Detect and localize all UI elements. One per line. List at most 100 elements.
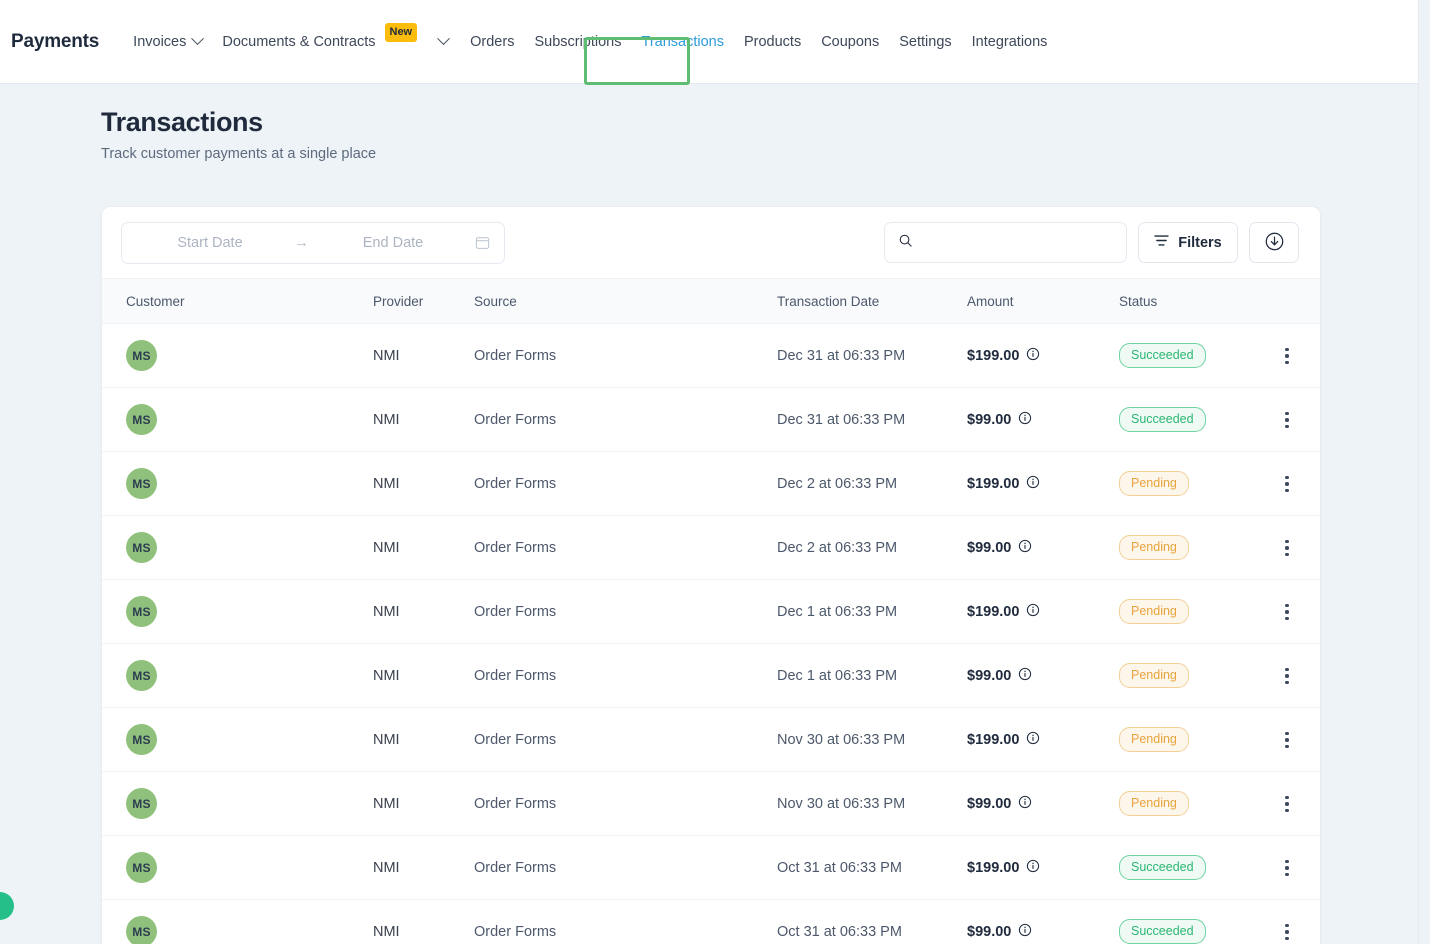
- info-icon[interactable]: [1018, 795, 1032, 813]
- cell-transaction-date: Dec 1 at 06:33 PM: [777, 643, 967, 709]
- filters-button-label: Filters: [1178, 234, 1222, 251]
- cell-source: Order Forms: [474, 579, 777, 645]
- search-box[interactable]: [884, 222, 1127, 264]
- cell-actions: [1254, 579, 1320, 645]
- chevron-down-icon: [437, 32, 450, 46]
- nav-item-subscriptions[interactable]: Subscriptions: [524, 28, 631, 56]
- export-download-button[interactable]: [1249, 222, 1299, 264]
- amount-value: $99.00: [967, 923, 1012, 940]
- nav-item-documents-and-contracts[interactable]: Documents & Contracts New: [212, 23, 427, 57]
- cell-amount: $199.00: [967, 323, 1119, 389]
- nav-item-products[interactable]: Products: [734, 28, 811, 56]
- amount-value: $99.00: [967, 539, 1012, 556]
- table-body: MS NMI Order Forms Dec 31 at 06:33 PM $1…: [102, 323, 1320, 944]
- cell-customer: MS: [102, 387, 373, 453]
- table-row[interactable]: MS NMI Order Forms Dec 31 at 06:33 PM $1…: [102, 323, 1320, 389]
- table-row[interactable]: MS NMI Order Forms Nov 30 at 06:33 PM $9…: [102, 771, 1320, 837]
- kebab-menu-icon[interactable]: [1254, 347, 1320, 365]
- kebab-menu-icon[interactable]: [1254, 475, 1320, 493]
- table-row[interactable]: MS NMI Order Forms Dec 2 at 06:33 PM $19…: [102, 451, 1320, 517]
- download-circle-icon: [1264, 231, 1285, 255]
- cell-amount: $199.00: [967, 451, 1119, 517]
- nav-item-invoices[interactable]: Invoices: [123, 28, 212, 56]
- cell-transaction-date: Dec 31 at 06:33 PM: [777, 387, 967, 453]
- info-icon[interactable]: [1018, 667, 1032, 685]
- cell-status: Succeeded: [1119, 387, 1254, 453]
- cell-transaction-date: Dec 31 at 06:33 PM: [777, 323, 967, 389]
- search-icon: [898, 233, 913, 253]
- kebab-menu-icon[interactable]: [1254, 859, 1320, 877]
- chat-widget-bubble[interactable]: [0, 892, 14, 920]
- column-header-amount: Amount: [967, 278, 1119, 325]
- kebab-menu-icon[interactable]: [1254, 603, 1320, 621]
- cell-status: Succeeded: [1119, 323, 1254, 389]
- info-icon[interactable]: [1026, 603, 1040, 621]
- end-date-input[interactable]: End Date: [319, 235, 467, 251]
- nav-label-orders: Orders: [470, 33, 515, 50]
- table-row[interactable]: MS NMI Order Forms Dec 1 at 06:33 PM $19…: [102, 579, 1320, 645]
- cell-provider: NMI: [373, 579, 474, 645]
- info-icon[interactable]: [1018, 923, 1032, 941]
- kebab-menu-icon[interactable]: [1254, 795, 1320, 813]
- kebab-menu-icon[interactable]: [1254, 731, 1320, 749]
- filters-button[interactable]: Filters: [1138, 222, 1238, 264]
- status-badge: Succeeded: [1119, 343, 1206, 369]
- cell-amount: $199.00: [967, 579, 1119, 645]
- page-scrollbar[interactable]: [1418, 0, 1430, 944]
- cell-amount: $99.00: [967, 899, 1119, 944]
- nav-label-products: Products: [743, 33, 802, 50]
- search-input[interactable]: [922, 234, 1113, 251]
- cell-amount: $99.00: [967, 771, 1119, 837]
- date-range-picker[interactable]: Start Date → End Date: [121, 221, 505, 264]
- table-row[interactable]: MS NMI Order Forms Oct 31 at 06:33 PM $1…: [102, 835, 1320, 901]
- column-header-transaction-date: Transaction Date: [777, 278, 967, 325]
- cell-source: Order Forms: [474, 899, 777, 944]
- avatar: MS: [126, 404, 157, 436]
- avatar: MS: [126, 596, 157, 628]
- cell-actions: [1254, 771, 1320, 837]
- info-icon[interactable]: [1018, 411, 1032, 429]
- cell-actions: [1254, 515, 1320, 581]
- info-icon[interactable]: [1026, 731, 1040, 749]
- nav-item-orders[interactable]: Orders: [460, 28, 524, 56]
- cell-provider: NMI: [373, 835, 474, 901]
- nav-item-settings[interactable]: Settings: [889, 28, 961, 56]
- cell-customer: MS: [102, 707, 373, 773]
- page-subtitle: Track customer payments at a single plac…: [101, 146, 377, 163]
- table-row[interactable]: MS NMI Order Forms Dec 31 at 06:33 PM $9…: [102, 387, 1320, 453]
- info-icon[interactable]: [1026, 475, 1040, 493]
- avatar: MS: [126, 916, 157, 944]
- info-icon[interactable]: [1026, 347, 1040, 365]
- amount-value: $99.00: [967, 411, 1012, 428]
- nav-item-coupons[interactable]: Coupons: [811, 28, 889, 56]
- status-badge: Succeeded: [1119, 919, 1206, 944]
- start-date-input[interactable]: Start Date: [136, 235, 284, 251]
- kebab-menu-icon[interactable]: [1254, 923, 1320, 941]
- avatar: MS: [126, 340, 157, 372]
- kebab-menu-icon[interactable]: [1254, 539, 1320, 557]
- table-row[interactable]: MS NMI Order Forms Oct 31 at 06:33 PM $9…: [102, 899, 1320, 944]
- nav-label-integrations: Integrations: [971, 33, 1048, 50]
- info-icon[interactable]: [1026, 859, 1040, 877]
- nav-item-transactions[interactable]: Transactions: [632, 28, 734, 56]
- cell-source: Order Forms: [474, 323, 777, 389]
- cell-customer: MS: [102, 515, 373, 581]
- status-badge: Pending: [1119, 791, 1189, 817]
- nav-documents-chevron-button[interactable]: [427, 31, 460, 52]
- cell-customer: MS: [102, 579, 373, 645]
- cell-amount: $199.00: [967, 835, 1119, 901]
- table-row[interactable]: MS NMI Order Forms Dec 2 at 06:33 PM $99…: [102, 515, 1320, 581]
- cell-transaction-date: Dec 2 at 06:33 PM: [777, 515, 967, 581]
- status-badge: Pending: [1119, 471, 1189, 497]
- kebab-menu-icon[interactable]: [1254, 667, 1320, 685]
- page-content: Transactions Track customer payments at …: [0, 84, 1430, 944]
- nav-label-transactions: Transactions: [641, 33, 724, 50]
- top-navigation-bar: Payments Invoices Documents & Contracts …: [0, 0, 1418, 85]
- table-row[interactable]: MS NMI Order Forms Dec 1 at 06:33 PM $99…: [102, 643, 1320, 709]
- cell-actions: [1254, 643, 1320, 709]
- nav-item-integrations[interactable]: Integrations: [962, 28, 1058, 56]
- amount-value: $99.00: [967, 667, 1012, 684]
- info-icon[interactable]: [1018, 539, 1032, 557]
- table-row[interactable]: MS NMI Order Forms Nov 30 at 06:33 PM $1…: [102, 707, 1320, 773]
- kebab-menu-icon[interactable]: [1254, 411, 1320, 429]
